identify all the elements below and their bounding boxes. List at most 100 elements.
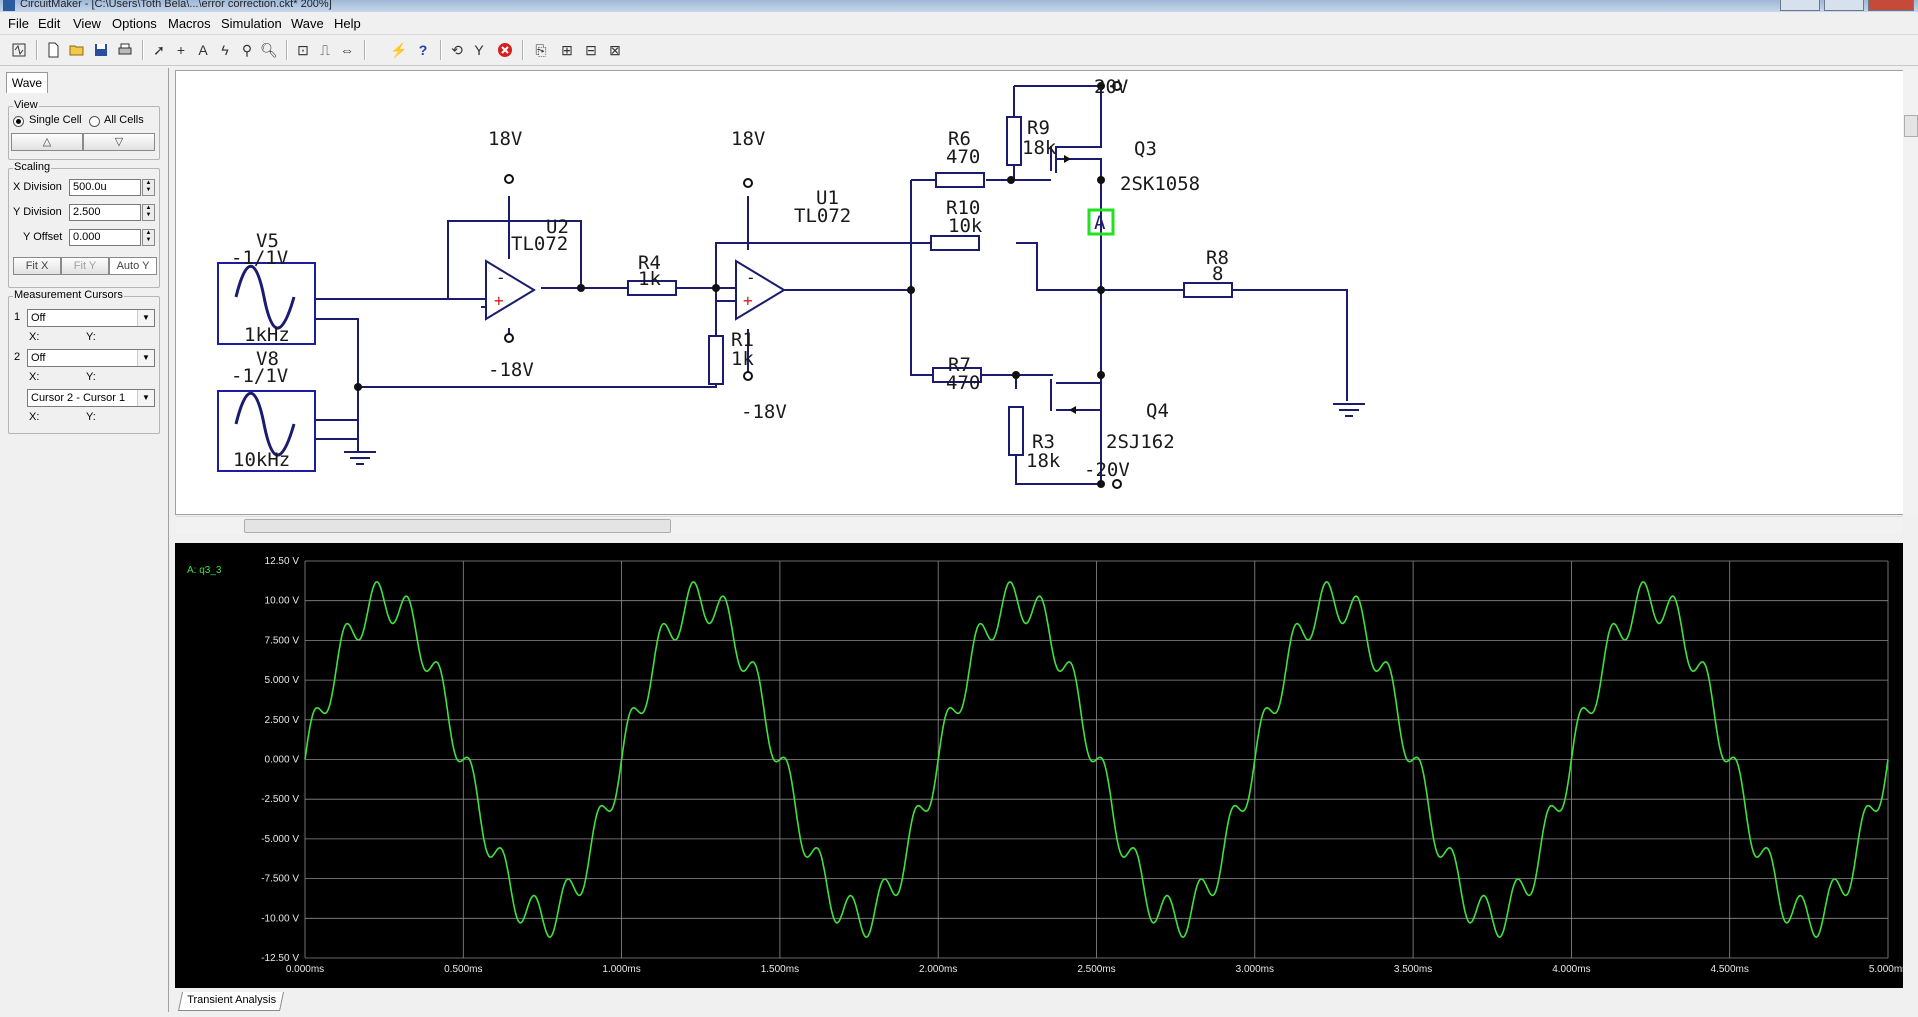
arrow-pointer-icon[interactable]: ➚ (148, 39, 170, 61)
step-icon[interactable]: Y (468, 39, 490, 61)
x-tick-label: 1.000ms (602, 964, 640, 975)
x-division-label: X Division (13, 181, 62, 193)
magnify-probe-icon[interactable]: ⚲ (236, 39, 258, 61)
q3-arrow-icon (1064, 155, 1071, 163)
y-division-spinner[interactable]: ▲ ▼ (142, 204, 155, 221)
menu-edit[interactable]: Edit (38, 16, 60, 31)
y-tick-label: 5.000 V (265, 675, 300, 686)
new-file-icon[interactable] (42, 39, 64, 61)
opamp-u2[interactable] (485, 259, 536, 321)
y-offset-field[interactable]: 0.000 (69, 229, 141, 246)
y-division-field[interactable]: 2.500 (69, 204, 141, 221)
pan-icon[interactable]: ⇔ (336, 39, 358, 61)
menu-options[interactable]: Options (112, 16, 157, 31)
cursor-diff-value: Cursor 2 - Cursor 1 (31, 392, 126, 404)
trace-label: A: q3_3 (187, 565, 222, 576)
menu-view[interactable]: View (73, 16, 101, 31)
chevron-down-icon: ▼ (137, 310, 154, 326)
menu-macros[interactable]: Macros (168, 16, 211, 31)
app-icon (3, 0, 15, 11)
menu-wave[interactable]: Wave (291, 16, 324, 31)
cursor-diff-y-label: Y: (86, 411, 96, 423)
x-division-field[interactable]: 500.0u (69, 179, 141, 196)
menu-bar: File Edit View Options Macros Simulation… (0, 12, 1918, 35)
menu-help[interactable]: Help (334, 16, 361, 31)
zoom-fit-icon[interactable]: ⊡ (292, 39, 314, 61)
wire-cross-icon[interactable]: + (170, 39, 192, 61)
maximize-button[interactable] (1824, 0, 1864, 11)
schematic-vertical-scrollbar[interactable] (1903, 70, 1918, 515)
zoom-area-icon[interactable]: ⎍ (314, 39, 336, 61)
single-cell-label: Single Cell (29, 114, 82, 126)
chevron-down-icon: ▼ (137, 390, 154, 406)
u2-minus: - (496, 268, 506, 287)
q3-name: Q3 (1134, 138, 1157, 160)
cursor-diff-select[interactable]: Cursor 2 - Cursor 1 ▼ (27, 389, 155, 407)
scope-icon[interactable]: ⊠ (604, 39, 626, 61)
run-icon[interactable]: ⊞ (556, 39, 578, 61)
tab-wave[interactable]: Wave (6, 72, 48, 93)
vscroll-thumb[interactable] (1904, 115, 1918, 137)
print-icon[interactable] (114, 39, 136, 61)
digital-sim-icon[interactable]: ⚡ (388, 39, 410, 61)
v8-value: -1/1V (231, 365, 288, 387)
fit-x-button[interactable]: Fit X (13, 257, 61, 275)
minimize-button[interactable] (1780, 0, 1820, 11)
transient-analysis-label: Transient Analysis (186, 994, 276, 1006)
x-division-spinner[interactable]: ▲ ▼ (142, 179, 155, 196)
cursor2-number: 2 (14, 351, 21, 363)
auto-y-button[interactable]: Auto Y (109, 257, 157, 275)
wave-icon[interactable] (8, 39, 30, 61)
cursor1-select[interactable]: Off ▼ (27, 309, 155, 327)
save-icon[interactable] (90, 39, 112, 61)
y-tick-label: 7.500 V (265, 635, 300, 646)
measurement-cursors-group: Measurement Cursors 1 Off ▼ X: Y: 2 Off ▼ … (8, 289, 160, 434)
q4-arrow-icon (1069, 406, 1076, 414)
u2-vneg: -18V (488, 359, 534, 381)
schematic-canvas[interactable]: V5 -1/1V 1kHz V8 -1/1V 10kHz 18V U2 TL07… (175, 70, 1905, 515)
single-cell-radio[interactable] (13, 116, 24, 127)
reset-icon[interactable]: ⟲ (446, 39, 468, 61)
y-tick-label: 10.00 V (265, 596, 300, 607)
probe-icon[interactable]: ϟ (214, 39, 236, 61)
tab-transient-analysis[interactable]: Transient Analysis (177, 992, 285, 1011)
down-button[interactable]: ▽ (83, 133, 155, 151)
analog-sim-icon[interactable]: ⎘ (530, 39, 552, 61)
text-tool-icon[interactable]: A (192, 39, 214, 61)
open-folder-icon[interactable] (66, 39, 88, 61)
menu-simulation[interactable]: Simulation (221, 16, 282, 31)
y-tick-label: -10.00 V (261, 913, 299, 924)
x-tick-label: 3.500ms (1394, 964, 1432, 975)
stop-icon[interactable] (494, 39, 516, 61)
up-button[interactable]: △ (11, 133, 83, 151)
hscroll-thumb[interactable] (244, 519, 671, 533)
r8-value: 8 (1212, 263, 1223, 285)
x-tick-label: 4.500ms (1711, 964, 1749, 975)
y-tick-label: -5.000 V (261, 834, 299, 845)
help-icon[interactable]: ? (412, 39, 434, 61)
u1-vneg: -18V (741, 401, 787, 423)
all-cells-radio[interactable] (89, 116, 100, 127)
q4-part: 2SJ162 (1106, 431, 1175, 453)
vplus-label: 20V (1094, 76, 1128, 98)
schematic-horizontal-scrollbar[interactable] (176, 516, 1902, 534)
trace-icon[interactable]: ⊟ (580, 39, 602, 61)
menu-file[interactable]: File (8, 16, 29, 31)
waveform-display[interactable]: A: q3_3 12.50 V 10.00 V 7.500 V 5.000 V 2.50… (175, 543, 1907, 988)
fit-y-button[interactable]: Fit Y (61, 257, 109, 275)
close-button[interactable] (1868, 0, 1914, 11)
u2-plus: + (494, 291, 504, 310)
y-offset-spinner[interactable]: ▲ ▼ (142, 229, 155, 246)
r3-value: 18k (1026, 450, 1061, 472)
y-tick-label: -7.500 V (261, 874, 299, 885)
q3-part: 2SK1058 (1120, 173, 1200, 195)
x-tick-label: 5.000ms (1869, 964, 1903, 975)
opamp-u1[interactable] (735, 259, 786, 321)
x-tick-label: 2.000ms (919, 964, 957, 975)
cursor2-select[interactable]: Off ▼ (27, 349, 155, 367)
y-axis-ticks: 12.50 V 10.00 V 7.500 V 5.000 V 2.500 V 0.000… (261, 556, 299, 964)
cursor2-y-label: Y: (86, 371, 96, 383)
zoom-icon[interactable]: 🔍︎ (258, 39, 280, 61)
x-tick-label: 3.000ms (1236, 964, 1274, 975)
x-tick-label: 4.000ms (1552, 964, 1590, 975)
